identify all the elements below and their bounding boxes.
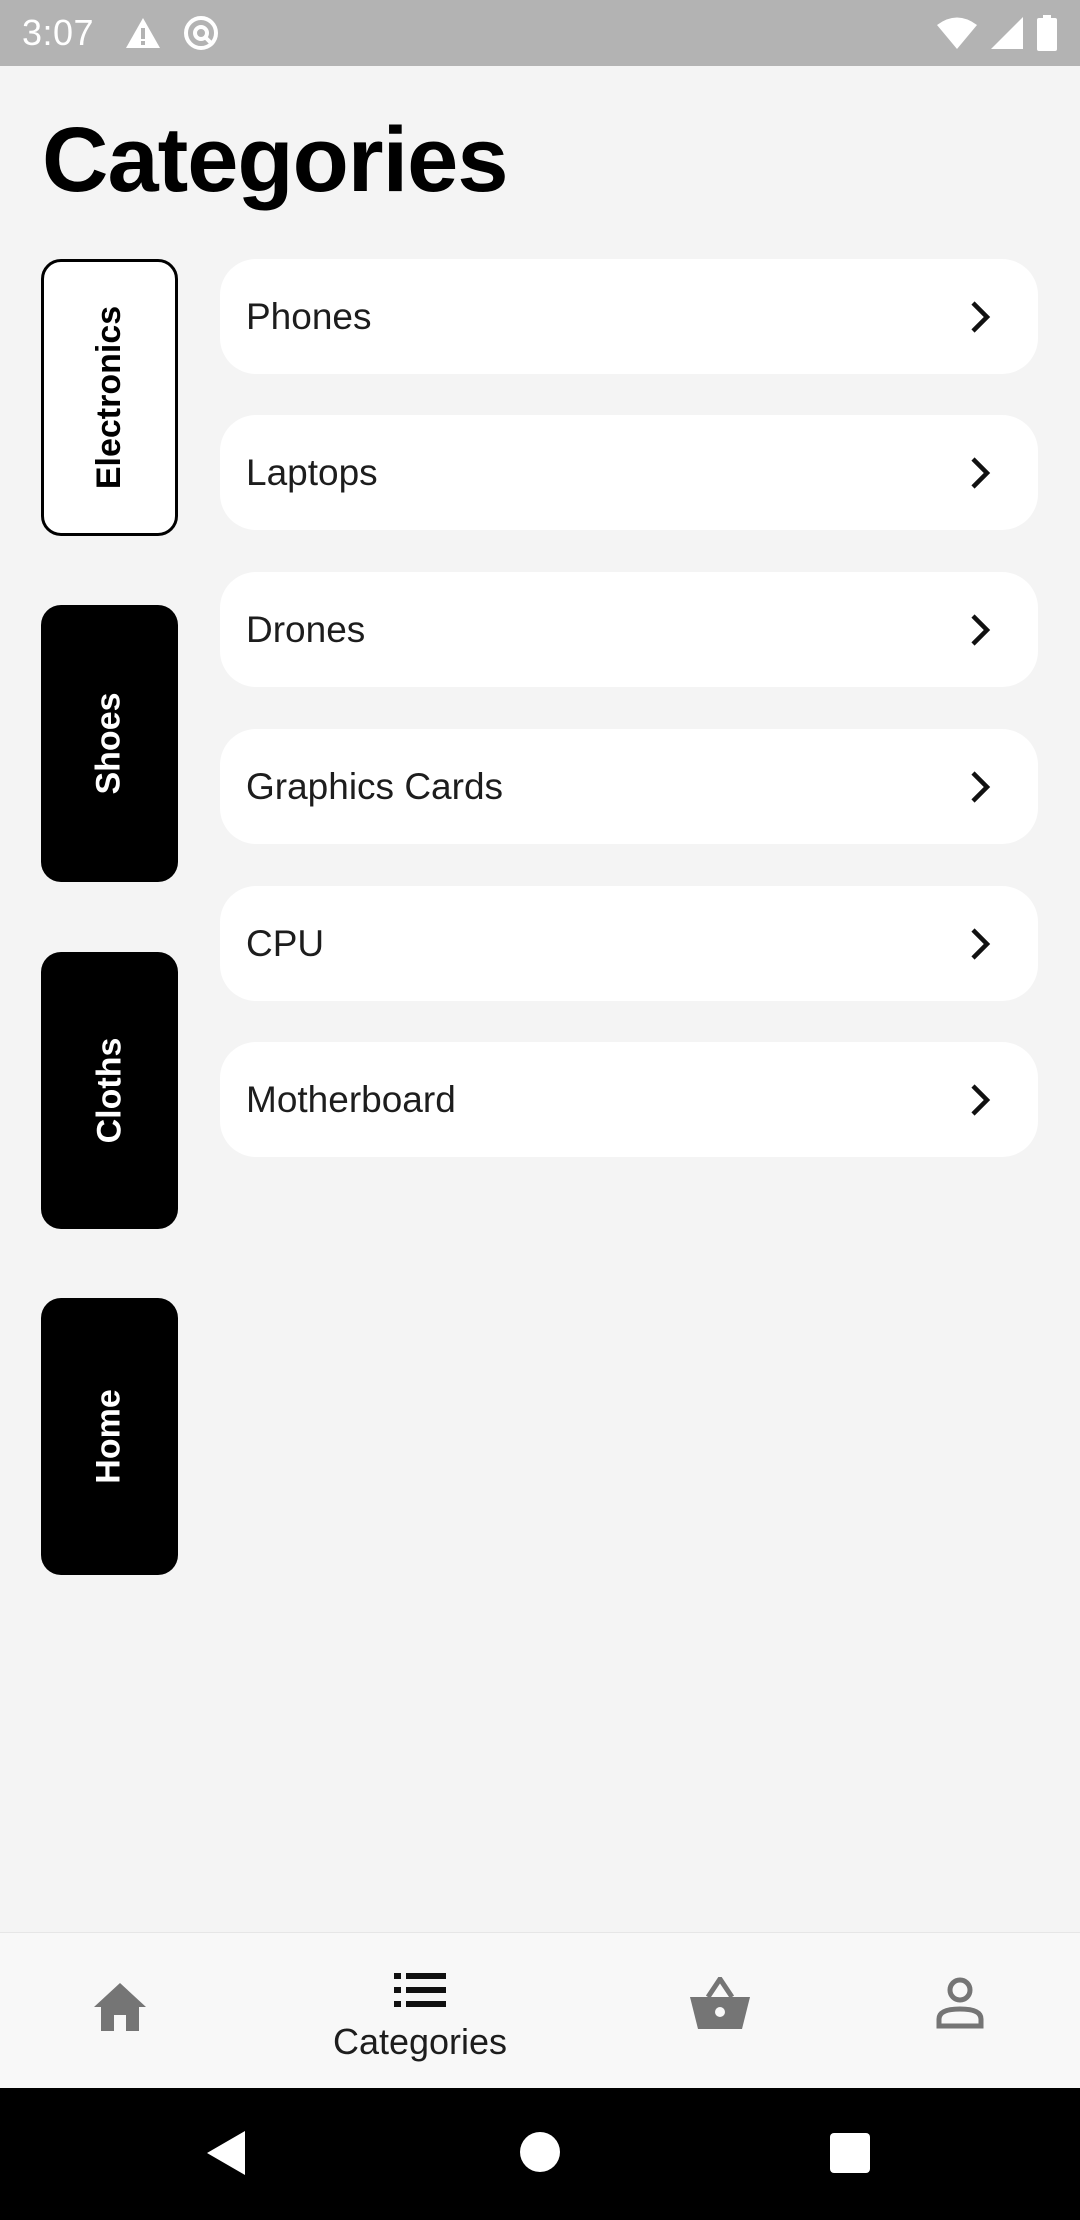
home-icon [94,1983,146,2031]
subcategory-item-phones[interactable]: Phones [220,259,1038,374]
category-tab-electronics[interactable]: Electronics [41,259,178,536]
chevron-right-icon [971,300,991,333]
nav-item-basket[interactable] [600,1933,840,2089]
subcategory-item-motherboard[interactable]: Motherboard [220,1042,1038,1157]
category-tab-home[interactable]: Home [41,1298,178,1575]
battery-icon [1037,15,1057,51]
chevron-right-icon [971,456,991,489]
subcategory-label: Drones [246,608,366,650]
chevron-right-icon [971,1083,991,1116]
subcategory-label: CPU [246,922,325,964]
alert-icon [126,18,161,48]
subcategory-item-drones[interactable]: Drones [220,572,1038,687]
subcategory-label: Graphics Cards [246,765,504,807]
data-saver-icon [184,16,219,50]
chevron-right-icon [971,770,991,803]
category-tab-label: Home [90,1389,128,1484]
nav-label-categories: Categories [332,2021,508,2062]
home-circle-icon[interactable] [519,2131,561,2173]
status-time: 3:07 [22,12,95,53]
nav-item-home[interactable] [0,1933,240,2089]
list-icon [394,1973,446,2007]
subcategory-item-cpu[interactable]: CPU [220,886,1038,1001]
system-navigation-bar [0,2088,1080,2220]
category-tab-label: Cloths [90,1037,128,1144]
subcategory-label: Laptops [246,451,378,493]
wifi-icon [937,17,977,49]
subcategory-item-laptops[interactable]: Laptops [220,415,1038,530]
status-right-icons [936,0,1058,66]
nav-item-categories[interactable]: Categories [300,1933,540,2089]
basket-icon [690,1977,750,2029]
chevron-right-icon [971,613,991,646]
signal-icon [991,17,1023,49]
category-tab-shoes[interactable]: Shoes [41,605,178,882]
back-icon[interactable] [205,2129,247,2177]
recents-icon[interactable] [829,2132,871,2174]
subcategory-item-graphics-cards[interactable]: Graphics Cards [220,729,1038,844]
person-icon [936,1977,984,2029]
page-title: Categories [42,109,508,211]
status-bar: 3:07 [0,0,1080,66]
subcategory-label: Motherboard [246,1078,456,1120]
subcategory-label: Phones [246,295,372,337]
nav-item-profile[interactable] [840,1933,1080,2089]
bottom-navigation: Categories [0,1932,1080,2088]
category-tab-label: Shoes [89,692,128,795]
category-tab-cloths[interactable]: Cloths [41,952,178,1229]
chevron-right-icon [971,927,991,960]
category-tab-label: Electronics [90,305,128,490]
status-left-icons [124,14,220,52]
